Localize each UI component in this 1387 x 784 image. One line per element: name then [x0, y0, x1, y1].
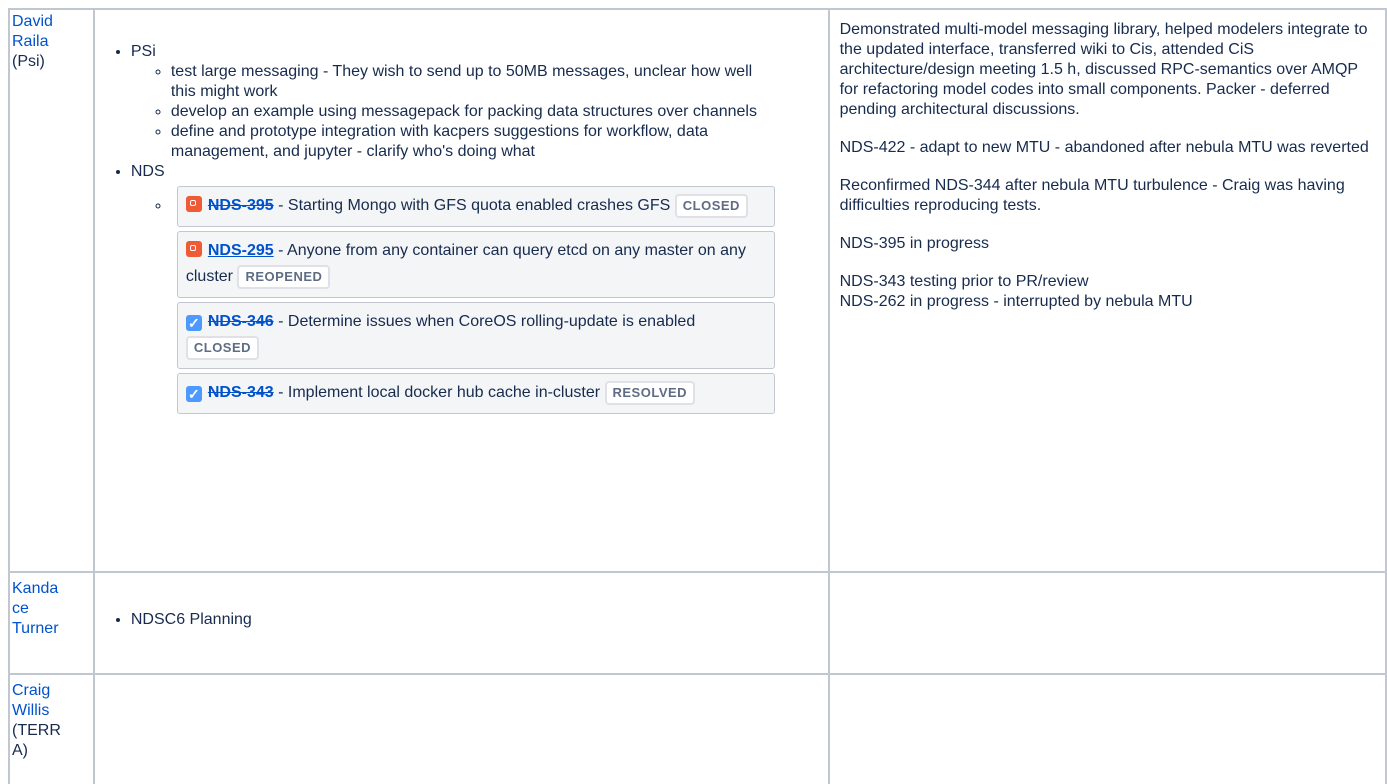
table-row: Craig Willis (TERR A): [8, 673, 1387, 784]
note-paragraph: NDS-262 in progress - interrupted by neb…: [839, 293, 1193, 310]
issue-list: NDS-395 - Starting Mongo with GFS quota …: [131, 186, 828, 414]
jira-issue-card[interactable]: NDS-295 - Anyone from any container can …: [176, 231, 775, 298]
jira-issue-card[interactable]: ✓ NDS-346 - Determine issues when CoreOS …: [176, 302, 775, 369]
notes-cell: [827, 673, 1387, 784]
note-paragraph: Demonstrated multi-model messaging libra…: [839, 21, 1368, 118]
tasks-cell: PSi test large messaging - They wish to …: [92, 8, 830, 573]
status-table: DavidRaila (Psi) PSi test large messagin…: [8, 8, 1387, 784]
issue-summary: Starting Mongo with GFS quota enabled cr…: [287, 197, 671, 214]
bug-icon: [185, 241, 202, 257]
member-link[interactable]: Kanda ce Turner: [12, 580, 59, 637]
member-cell: David Raila (Psi): [8, 8, 95, 573]
jira-issue-card[interactable]: NDS-395 - Starting Mongo with GFS quota …: [176, 186, 775, 227]
checkbox-icon: ✓: [185, 315, 202, 331]
notes-cell: [827, 571, 1387, 675]
notes-cell: Demonstrated multi-model messaging libra…: [827, 8, 1387, 573]
sub-task-list: test large messaging - They wish to send…: [131, 62, 828, 162]
note-paragraph: NDS-395 in progress: [839, 235, 990, 252]
issue-summary: Determine issues when CoreOS rolling-upd…: [287, 313, 696, 330]
list-item: NDS-395 - Starting Mongo with GFS quota …: [171, 186, 828, 414]
member-suffix: (TERR A): [12, 722, 61, 759]
issue-key-link[interactable]: NDS-343: [208, 384, 274, 401]
issue-key-link[interactable]: NDS-346: [208, 313, 274, 330]
member-suffix: (Psi): [12, 53, 45, 70]
table-row: KandaceTurner NDSC6 Planning: [8, 571, 1387, 675]
status-badge: CLOSED: [674, 193, 748, 218]
tasks-cell: NDSC6 Planning: [92, 571, 830, 675]
member-cell: Kanda ce Turner: [8, 571, 95, 675]
issue-key-link[interactable]: NDS-295: [208, 242, 274, 259]
member-link[interactable]: David Raila: [12, 13, 53, 50]
status-badge: CLOSED: [185, 335, 260, 360]
list-item: define and prototype integration with ka…: [171, 122, 828, 162]
list-item: PSi test large messaging - They wish to …: [131, 42, 828, 162]
note-paragraph: Reconfirmed NDS-344 after nebula MTU tur…: [839, 177, 1345, 214]
tasks-cell: [92, 673, 830, 784]
checkbox-icon: ✓: [185, 386, 202, 402]
status-badge: RESOLVED: [604, 380, 696, 405]
task-list: NDSC6 Planning: [95, 573, 828, 629]
table-row: DavidRaila (Psi) PSi test large messagin…: [8, 8, 1387, 573]
list-item: NDSC6 Planning: [131, 611, 828, 629]
member-cell: Craig Willis (TERR A): [8, 673, 95, 784]
bug-icon: [185, 196, 202, 212]
task-list: PSi test large messaging - They wish to …: [95, 42, 828, 414]
list-item: NDS NDS-395 - Starting Mongo with GFS qu…: [131, 162, 828, 414]
note-paragraph: NDS-422 - adapt to new MTU - abandoned a…: [839, 139, 1369, 156]
status-badge: REOPENED: [237, 264, 331, 289]
member-link[interactable]: Craig Willis: [12, 682, 50, 719]
jira-issue-card[interactable]: ✓ NDS-343 - Implement local docker hub ca…: [176, 373, 775, 414]
list-item: test large messaging - They wish to send…: [171, 62, 828, 102]
list-item: develop an example using messagepack for…: [171, 102, 828, 122]
issue-summary: Implement local docker hub cache in-clus…: [287, 384, 601, 401]
note-paragraph: NDS-343 testing prior to PR/review: [839, 273, 1089, 290]
issue-key-link[interactable]: NDS-395: [208, 197, 274, 214]
